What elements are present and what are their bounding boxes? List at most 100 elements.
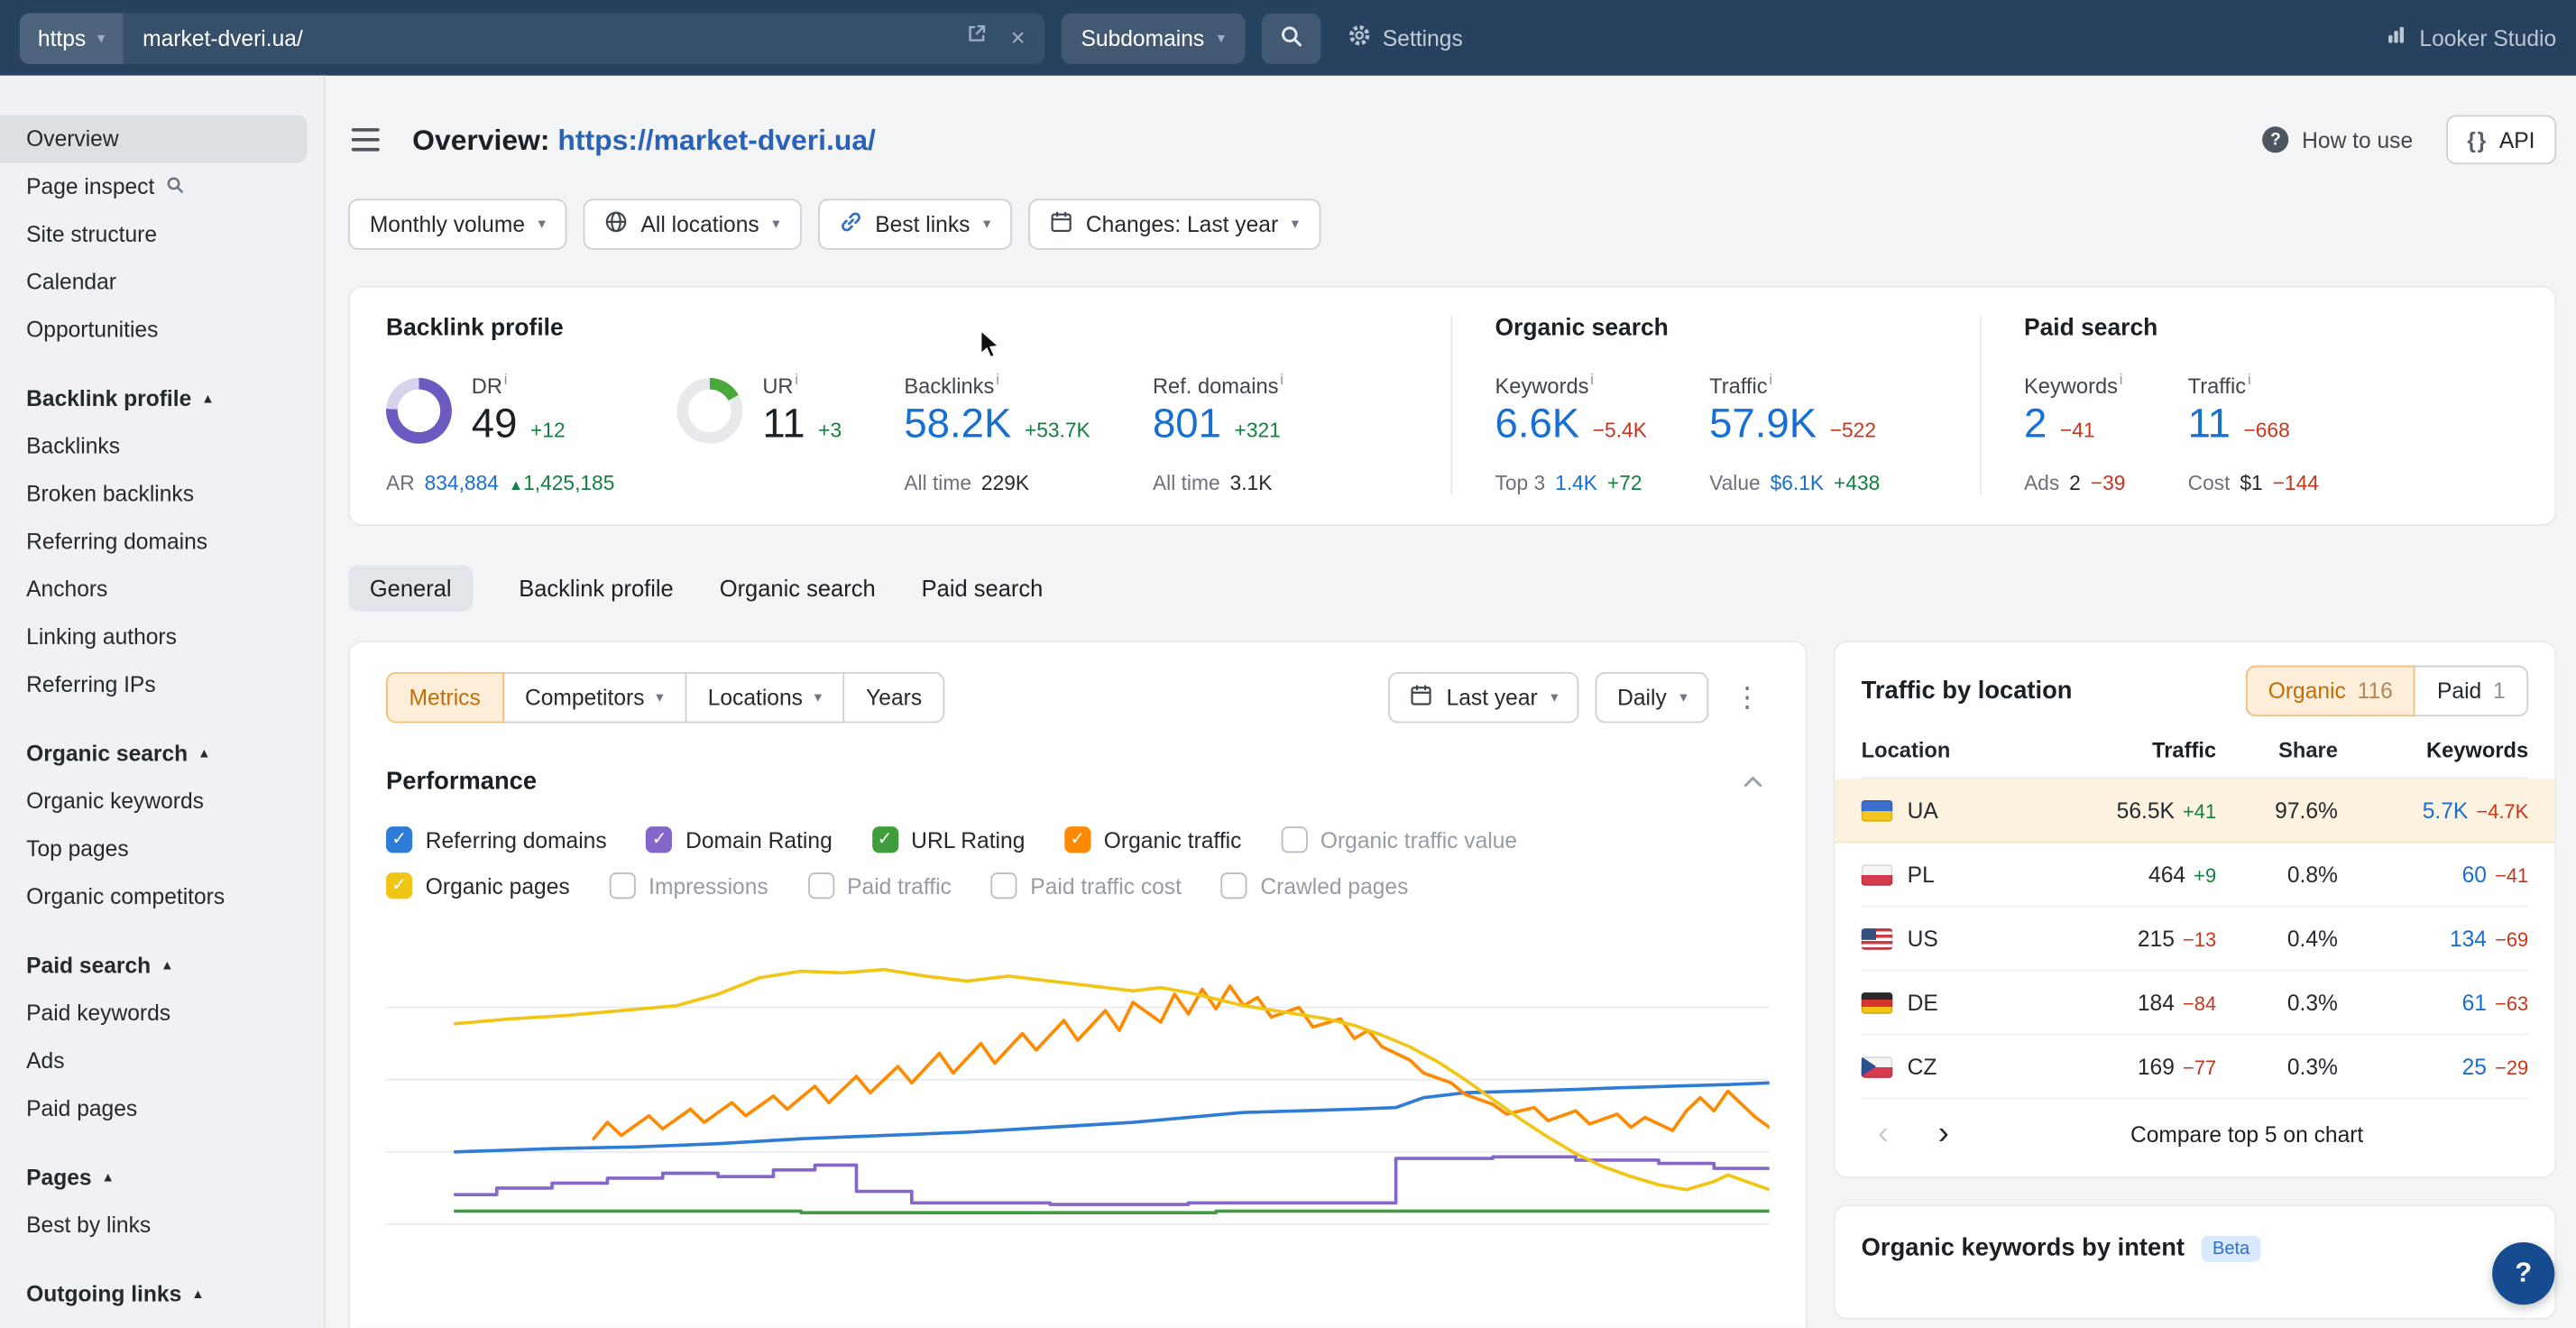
info-icon[interactable]: i bbox=[1769, 372, 1772, 388]
hamburger-menu-icon[interactable] bbox=[348, 124, 382, 156]
info-icon[interactable]: i bbox=[2248, 372, 2251, 388]
ar-value-link[interactable]: 834,884 bbox=[425, 472, 499, 495]
metric-checkbox-domain-rating[interactable]: ✓Domain Rating bbox=[646, 827, 832, 853]
api-button[interactable]: {} API bbox=[2446, 115, 2557, 165]
info-icon[interactable]: i bbox=[504, 372, 508, 388]
sidebar-section-paid-search[interactable]: Paid search▲ bbox=[0, 940, 324, 990]
table-row-us[interactable]: US 215−13 0.4% 134−69 bbox=[1862, 908, 2529, 972]
tab-general[interactable]: General bbox=[348, 566, 473, 612]
tab-organic-search[interactable]: Organic search bbox=[720, 566, 876, 612]
next-page-icon[interactable]: › bbox=[1921, 1116, 1965, 1154]
granularity-select[interactable]: Daily▾ bbox=[1596, 673, 1708, 724]
info-icon[interactable]: i bbox=[795, 372, 798, 388]
metric-checkbox-referring-domains[interactable]: ✓Referring domains bbox=[386, 827, 607, 853]
table-row-cz[interactable]: CZ 169−77 0.3% 25−29 bbox=[1862, 1036, 2529, 1100]
sidebar-item-linked-domains[interactable]: Linked domains bbox=[0, 1318, 324, 1328]
backlinks-value-link[interactable]: 58.2K bbox=[904, 401, 1011, 449]
metric-checkbox-url-rating[interactable]: ✓URL Rating bbox=[871, 827, 1025, 853]
table-row-ua[interactable]: UA 56.5K+41 97.6% 5.7K−4.7K bbox=[1835, 779, 2555, 844]
sidebar-item-opportunities[interactable]: Opportunities bbox=[0, 306, 324, 354]
info-icon[interactable]: i bbox=[1590, 372, 1594, 388]
organic-toggle[interactable]: Organic 116 bbox=[2245, 666, 2415, 716]
segment-competitors[interactable]: Competitors▾ bbox=[501, 673, 686, 724]
sidebar-item-overview[interactable]: Overview bbox=[0, 115, 308, 163]
how-to-use-button[interactable]: ? How to use bbox=[2262, 126, 2413, 152]
ref-domains-value-link[interactable]: 801 bbox=[1153, 401, 1221, 449]
paid-keywords-value-link[interactable]: 2 bbox=[2024, 401, 2047, 449]
metric-organic-keywords: Keywordsi 6.6K−5.4K Top 31.4K+72 bbox=[1495, 372, 1647, 495]
location-table-header: Location Traffic Share Keywords bbox=[1862, 738, 2529, 779]
url-input[interactable]: market-dveri.ua/ bbox=[123, 25, 966, 50]
date-range-select[interactable]: Last year▾ bbox=[1389, 673, 1579, 724]
traffic-value-link[interactable]: $6.1K bbox=[1771, 472, 1825, 495]
tab-backlink-profile[interactable]: Backlink profile bbox=[519, 566, 673, 612]
table-row-pl[interactable]: PL 464+9 0.8% 60−41 bbox=[1862, 844, 2529, 908]
metric-checkbox-organic-traffic[interactable]: ✓Organic traffic bbox=[1064, 827, 1241, 853]
protocol-dropdown[interactable]: https ▾ bbox=[20, 13, 123, 63]
table-row-de[interactable]: DE 184−84 0.3% 61−63 bbox=[1862, 972, 2529, 1036]
metric-checkbox-organic-traffic-value[interactable]: Organic traffic value bbox=[1281, 827, 1517, 853]
checked-checkbox-icon: ✓ bbox=[871, 827, 897, 853]
keywords-link[interactable]: 61 bbox=[2462, 991, 2487, 1015]
metric-checkbox-paid-traffic[interactable]: Paid traffic bbox=[807, 873, 951, 899]
sidebar-item-paid-keywords[interactable]: Paid keywords bbox=[0, 990, 324, 1038]
segment-metrics[interactable]: Metrics bbox=[386, 673, 503, 724]
sidebar-item-referring-ips[interactable]: Referring IPs bbox=[0, 660, 324, 708]
kebab-menu-icon[interactable]: ⋮ bbox=[1725, 682, 1770, 715]
looker-studio-brand[interactable]: Looker Studio bbox=[2385, 24, 2556, 51]
info-icon[interactable]: i bbox=[996, 372, 999, 388]
sidebar-section-outgoing-links[interactable]: Outgoing links▲ bbox=[0, 1268, 324, 1318]
target-url-link[interactable]: https://market-dveri.ua/ bbox=[557, 123, 876, 155]
keywords-link[interactable]: 134 bbox=[2450, 927, 2487, 951]
metric-checkbox-impressions[interactable]: Impressions bbox=[609, 873, 768, 899]
clear-url-icon[interactable]: × bbox=[1011, 25, 1026, 50]
top3-value-link[interactable]: 1.4K bbox=[1555, 472, 1597, 495]
changes-filter[interactable]: Changes: Last year▾ bbox=[1028, 198, 1320, 249]
collapse-chevron-icon[interactable] bbox=[1736, 763, 1769, 801]
help-button[interactable]: ? bbox=[2492, 1242, 2554, 1305]
sidebar-section-backlink-profile[interactable]: Backlink profile▲ bbox=[0, 373, 324, 422]
keywords-link[interactable]: 60 bbox=[2462, 862, 2487, 887]
locations-filter[interactable]: All locations▾ bbox=[584, 198, 801, 249]
search-button[interactable] bbox=[1261, 13, 1320, 63]
paid-toggle[interactable]: Paid 1 bbox=[2415, 666, 2529, 716]
settings-button[interactable]: Settings bbox=[1347, 23, 1463, 53]
info-icon[interactable]: i bbox=[1280, 372, 1283, 388]
best-links-filter[interactable]: Best links▾ bbox=[817, 198, 1011, 249]
sidebar-item-organic-keywords[interactable]: Organic keywords bbox=[0, 778, 324, 825]
sidebar-item-top-pages[interactable]: Top pages bbox=[0, 825, 324, 872]
collapse-caret-icon: ▲ bbox=[161, 957, 173, 972]
sidebar-item-ads[interactable]: Ads bbox=[0, 1037, 324, 1084]
paid-traffic-value-link[interactable]: 11 bbox=[2188, 401, 2231, 449]
metric-checkbox-organic-pages[interactable]: ✓Organic pages bbox=[386, 873, 570, 899]
keywords-link[interactable]: 5.7K bbox=[2423, 798, 2469, 823]
sidebar-item-paid-pages[interactable]: Paid pages bbox=[0, 1084, 324, 1132]
scope-dropdown[interactable]: Subdomains ▾ bbox=[1062, 13, 1245, 63]
sidebar-section-organic-search[interactable]: Organic search▲ bbox=[0, 728, 324, 778]
tab-paid-search[interactable]: Paid search bbox=[922, 566, 1044, 612]
segment-locations[interactable]: Locations▾ bbox=[685, 673, 844, 724]
sidebar-item-best-by-links[interactable]: Best by links bbox=[0, 1201, 324, 1249]
metric-checkbox-paid-traffic-cost[interactable]: Paid traffic cost bbox=[991, 873, 1182, 899]
chevron-down-icon: ▾ bbox=[97, 31, 105, 45]
sidebar-item-site-structure[interactable]: Site structure bbox=[0, 210, 324, 258]
compare-top5-link[interactable]: Compare top 5 on chart bbox=[1965, 1123, 2528, 1148]
open-in-new-tab-icon[interactable] bbox=[966, 23, 988, 53]
sidebar-item-organic-competitors[interactable]: Organic competitors bbox=[0, 872, 324, 920]
sidebar-section-pages[interactable]: Pages▲ bbox=[0, 1152, 324, 1202]
sidebar-item-anchors[interactable]: Anchors bbox=[0, 566, 324, 613]
sidebar-item-linking-authors[interactable]: Linking authors bbox=[0, 613, 324, 660]
sidebar-item-backlinks[interactable]: Backlinks bbox=[0, 422, 324, 470]
keywords-link[interactable]: 25 bbox=[2462, 1055, 2487, 1079]
sidebar-item-broken-backlinks[interactable]: Broken backlinks bbox=[0, 470, 324, 518]
performance-chart[interactable] bbox=[386, 949, 1770, 1229]
sidebar-item-referring-domains[interactable]: Referring domains bbox=[0, 518, 324, 566]
segment-years[interactable]: Years bbox=[843, 673, 945, 724]
sidebar-item-page-inspect[interactable]: Page inspect bbox=[0, 162, 324, 210]
organic-traffic-value-link[interactable]: 57.9K bbox=[1709, 401, 1817, 449]
metric-checkbox-crawled-pages[interactable]: Crawled pages bbox=[1221, 873, 1409, 899]
monthly-volume-filter[interactable]: Monthly volume▾ bbox=[348, 198, 566, 249]
info-icon[interactable]: i bbox=[2120, 372, 2123, 388]
organic-keywords-value-link[interactable]: 6.6K bbox=[1495, 401, 1580, 449]
sidebar-item-calendar[interactable]: Calendar bbox=[0, 258, 324, 306]
